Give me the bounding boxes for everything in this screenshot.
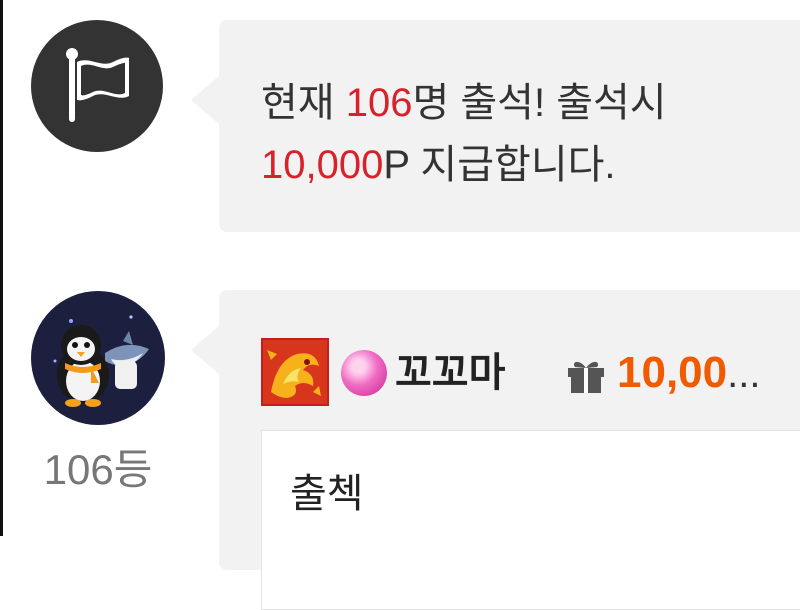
candy-icon	[341, 350, 387, 396]
notice-suffix: P 지급합니다.	[383, 143, 616, 187]
gift-points: 10,00...	[617, 346, 760, 401]
penguin-avatar-image	[53, 315, 149, 407]
user-post-bubble: 꼬꼬마 10,00... 출첵	[191, 290, 800, 610]
bubble-tail	[191, 326, 219, 374]
attendance-rank: 106등	[43, 446, 153, 493]
post-header: 꼬꼬마 10,00...	[261, 338, 800, 408]
points-ellipsis: ...	[727, 352, 761, 396]
bubble-tail	[191, 76, 219, 124]
gift-icon	[568, 361, 604, 393]
dragon-badge-icon	[261, 338, 329, 406]
notice-prefix: 현재	[261, 81, 346, 125]
comment-box: 출첵	[261, 430, 800, 610]
user-avatar[interactable]	[31, 291, 165, 425]
system-avatar	[31, 20, 163, 152]
reward-amount: 10,000	[261, 143, 384, 187]
attendance-notice-bubble: 현재 106명 출석! 출석시 10,000P 지급합니다.	[191, 20, 800, 232]
flag-icon	[66, 48, 129, 122]
comment-text: 출첵	[290, 472, 364, 516]
notice-middle: 명 출석! 출석시	[412, 81, 667, 125]
points-value: 10,00	[617, 348, 728, 397]
attendance-count: 106	[345, 81, 413, 125]
nickname[interactable]: 꼬꼬마	[395, 348, 505, 398]
attendance-notice-text: 현재 106명 출석! 출석시 10,000P 지급합니다.	[261, 72, 781, 196]
